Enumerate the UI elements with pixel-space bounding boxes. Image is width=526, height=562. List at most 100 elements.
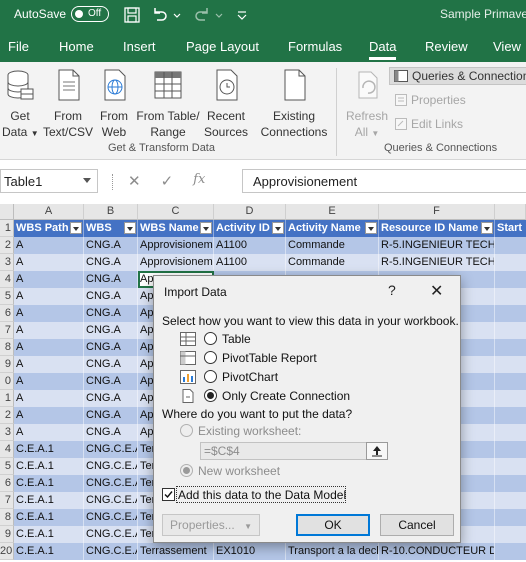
row-header[interactable]: 1 xyxy=(0,220,14,237)
table-cell[interactable]: CNG.A xyxy=(84,356,138,373)
cancel-entry-icon[interactable]: ✕ xyxy=(128,172,141,190)
row-header[interactable]: 2 xyxy=(0,237,14,254)
table-cell[interactable] xyxy=(495,424,526,441)
table-cell[interactable]: A1100 xyxy=(214,254,286,271)
customize-qat-icon[interactable] xyxy=(236,5,248,25)
table-cell[interactable]: A xyxy=(14,356,84,373)
table-cell[interactable]: Commande xyxy=(286,237,379,254)
table-cell[interactable] xyxy=(495,475,526,492)
cancel-button[interactable]: Cancel xyxy=(380,514,454,536)
table-cell[interactable]: CNG.A xyxy=(84,288,138,305)
table-cell[interactable]: CNG.A xyxy=(84,271,138,288)
column-header-f[interactable]: F xyxy=(379,204,495,220)
new-worksheet-radio[interactable] xyxy=(180,464,193,477)
table-cell[interactable]: CNG.A xyxy=(84,424,138,441)
table-header-cell[interactable]: Start xyxy=(495,220,526,237)
table-cell[interactable]: CNG.A xyxy=(84,305,138,322)
refresh-all-button[interactable]: Refresh All ▼ xyxy=(344,68,390,142)
row-header[interactable]: 7 xyxy=(0,322,14,339)
table-cell[interactable]: A xyxy=(14,237,84,254)
insert-function-icon[interactable]: fx xyxy=(193,172,205,190)
filter-dropdown-icon[interactable] xyxy=(200,222,212,234)
filter-dropdown-icon[interactable] xyxy=(365,222,377,234)
help-icon[interactable]: ? xyxy=(388,282,396,298)
table-cell[interactable] xyxy=(495,390,526,407)
row-header[interactable]: 4 xyxy=(0,271,14,288)
table-cell[interactable]: A xyxy=(14,373,84,390)
table-option-label[interactable]: Table xyxy=(222,332,251,346)
row-header[interactable]: 2 xyxy=(0,407,14,424)
table-cell[interactable]: A xyxy=(14,339,84,356)
table-header-cell[interactable]: WBS xyxy=(84,220,138,237)
table-cell[interactable]: CNG.A xyxy=(84,390,138,407)
only-create-connection-label[interactable]: Only Create Connection xyxy=(222,389,350,403)
table-cell[interactable] xyxy=(495,458,526,475)
tab-page-layout[interactable]: Page Layout xyxy=(186,39,259,54)
table-cell[interactable]: C.E.A.1 xyxy=(14,526,84,543)
from-web-button[interactable]: From Web xyxy=(96,68,132,140)
table-cell[interactable] xyxy=(495,271,526,288)
table-cell[interactable]: CNG.C.E.A xyxy=(84,509,138,526)
tab-review[interactable]: Review xyxy=(425,39,468,54)
table-cell[interactable]: R-10.CONDUCTEUR DE xyxy=(379,543,495,560)
table-cell[interactable] xyxy=(495,288,526,305)
formula-bar-grip[interactable] xyxy=(112,174,114,190)
table-cell[interactable]: A xyxy=(14,407,84,424)
name-box-dropdown-icon[interactable] xyxy=(83,178,91,183)
table-cell[interactable]: A xyxy=(14,254,84,271)
table-cell[interactable] xyxy=(495,407,526,424)
table-cell[interactable]: CNG.A xyxy=(84,407,138,424)
table-cell[interactable] xyxy=(495,373,526,390)
properties-button[interactable]: Properties... ▼ xyxy=(162,514,260,536)
tab-data[interactable]: Data xyxy=(369,39,397,60)
table-cell[interactable]: A xyxy=(14,390,84,407)
row-header[interactable]: 4 xyxy=(0,441,14,458)
table-cell[interactable]: R-5.INGENIEUR TECHNIQUE xyxy=(379,254,495,271)
table-cell[interactable] xyxy=(495,441,526,458)
table-cell[interactable]: CNG.C.E.A xyxy=(84,526,138,543)
existing-connections-button[interactable]: Existing Connections xyxy=(258,68,330,140)
table-cell[interactable]: Commande xyxy=(286,254,379,271)
table-cell[interactable]: CNG.C.E.A xyxy=(84,475,138,492)
table-cell[interactable] xyxy=(495,509,526,526)
tab-home[interactable]: Home xyxy=(59,39,94,54)
row-header[interactable]: 5 xyxy=(0,458,14,475)
table-cell[interactable] xyxy=(495,237,526,254)
row-header[interactable]: 6 xyxy=(0,305,14,322)
only-create-connection-radio[interactable] xyxy=(204,389,217,402)
table-cell[interactable]: CNG.A xyxy=(84,373,138,390)
row-header[interactable]: 8 xyxy=(0,509,14,526)
row-header[interactable]: 20 xyxy=(0,543,14,560)
table-cell[interactable]: C.E.A.1 xyxy=(14,543,84,560)
confirm-entry-icon[interactable]: ✓ xyxy=(161,172,174,190)
tab-formulas[interactable]: Formulas xyxy=(288,39,342,54)
table-cell[interactable]: C.E.A.1 xyxy=(14,475,84,492)
table-cell[interactable]: Terrassement xyxy=(138,543,214,560)
table-cell[interactable] xyxy=(495,492,526,509)
table-cell[interactable]: C.E.A.1 xyxy=(14,509,84,526)
table-cell[interactable]: CNG.C.E.A xyxy=(84,492,138,509)
table-radio[interactable] xyxy=(204,332,217,345)
existing-worksheet-radio[interactable] xyxy=(180,424,193,437)
table-cell[interactable]: A xyxy=(14,288,84,305)
table-header-cell[interactable]: WBS Name xyxy=(138,220,214,237)
table-cell[interactable]: A xyxy=(14,424,84,441)
recent-sources-button[interactable]: Recent Sources xyxy=(203,68,249,140)
from-text-csv-button[interactable]: From Text/CSV xyxy=(42,68,94,140)
row-header[interactable]: 6 xyxy=(0,475,14,492)
redo-dropdown-icon[interactable] xyxy=(214,5,224,25)
properties-button[interactable]: Properties xyxy=(395,93,466,107)
existing-worksheet-label[interactable]: Existing worksheet: xyxy=(198,424,301,438)
table-header-cell[interactable]: Resource ID Name xyxy=(379,220,495,237)
queries-connections-button[interactable]: Queries & Connection xyxy=(389,67,526,85)
table-cell[interactable]: A xyxy=(14,322,84,339)
table-cell[interactable]: Transport a la decharge xyxy=(286,543,379,560)
table-cell[interactable] xyxy=(495,339,526,356)
table-cell[interactable] xyxy=(495,543,526,560)
table-cell[interactable]: CNG.A xyxy=(84,237,138,254)
table-cell[interactable]: R-5.INGENIEUR TECHNIQUE xyxy=(379,237,495,254)
table-cell[interactable] xyxy=(495,254,526,271)
collapse-dialog-button[interactable] xyxy=(366,442,388,460)
table-cell[interactable] xyxy=(495,356,526,373)
table-header-cell[interactable]: Activity ID xyxy=(214,220,286,237)
